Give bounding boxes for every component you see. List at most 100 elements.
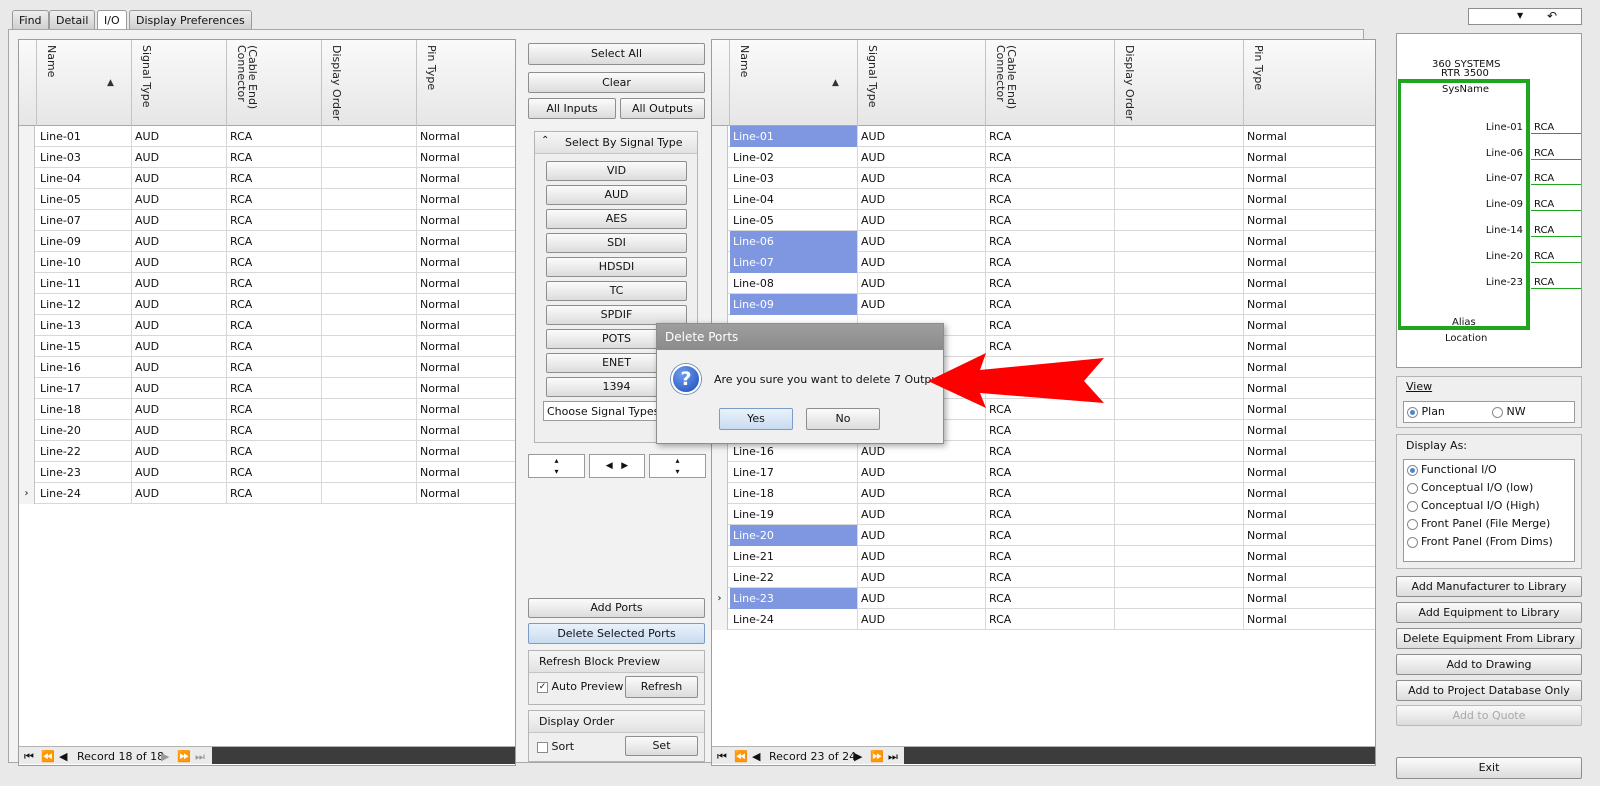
row-selector[interactable]: [19, 126, 35, 147]
table-row[interactable]: Line-16 AUD RCA Normal: [712, 441, 1375, 462]
cell-name[interactable]: Line-20: [730, 525, 858, 546]
row-selector[interactable]: [712, 273, 728, 294]
signal-button-aud[interactable]: AUD: [546, 185, 687, 205]
cell-connector[interactable]: RCA: [227, 441, 322, 462]
cell-pin[interactable]: Normal: [1244, 609, 1375, 630]
cell-order[interactable]: [322, 336, 417, 357]
row-selector[interactable]: [712, 231, 728, 252]
cell-pin[interactable]: Normal: [1244, 252, 1375, 273]
cell-signal[interactable]: AUD: [858, 588, 986, 609]
nav-next-page-icon[interactable]: ⏩: [870, 750, 884, 763]
cell-name[interactable]: Line-24: [730, 609, 858, 630]
cell-order[interactable]: [322, 126, 417, 147]
cell-signal[interactable]: AUD: [132, 462, 227, 483]
cell-signal[interactable]: AUD: [132, 336, 227, 357]
cell-name[interactable]: Line-13: [37, 315, 132, 336]
row-selector[interactable]: [712, 546, 728, 567]
cell-signal[interactable]: AUD: [858, 525, 986, 546]
cell-signal[interactable]: AUD: [132, 294, 227, 315]
cell-connector[interactable]: RCA: [227, 273, 322, 294]
view-plan-radio[interactable]: Plan: [1407, 405, 1445, 418]
cell-signal[interactable]: AUD: [132, 126, 227, 147]
cell-signal[interactable]: AUD: [858, 126, 986, 147]
cell-name[interactable]: Line-22: [730, 567, 858, 588]
table-row[interactable]: Line-10 AUD RCA Normal: [19, 252, 515, 273]
cell-name[interactable]: Line-07: [37, 210, 132, 231]
nav-prev-icon[interactable]: ◀: [59, 750, 67, 763]
cell-signal[interactable]: AUD: [858, 546, 986, 567]
cell-order[interactable]: [1115, 483, 1244, 504]
cell-name[interactable]: Line-18: [730, 483, 858, 504]
cell-signal[interactable]: AUD: [132, 231, 227, 252]
cell-pin[interactable]: Normal: [1244, 147, 1375, 168]
cell-order[interactable]: [322, 315, 417, 336]
cell-signal[interactable]: AUD: [132, 189, 227, 210]
table-row[interactable]: Line-05 AUD RCA Normal: [712, 210, 1375, 231]
cell-signal[interactable]: AUD: [858, 147, 986, 168]
row-selector[interactable]: [19, 168, 35, 189]
cell-signal[interactable]: AUD: [132, 273, 227, 294]
display-as-option-radio[interactable]: Functional I/O: [1407, 463, 1497, 476]
cell-name[interactable]: Line-10: [37, 252, 132, 273]
cell-pin[interactable]: Normal: [1244, 483, 1375, 504]
row-selector[interactable]: [712, 504, 728, 525]
cell-connector[interactable]: RCA: [227, 210, 322, 231]
cell-name[interactable]: Line-08: [730, 273, 858, 294]
cell-connector[interactable]: RCA: [986, 525, 1115, 546]
cell-signal[interactable]: AUD: [132, 147, 227, 168]
cell-connector[interactable]: RCA: [227, 483, 322, 504]
cell-name[interactable]: Line-03: [37, 147, 132, 168]
cell-connector[interactable]: RCA: [986, 588, 1115, 609]
cell-connector[interactable]: RCA: [986, 168, 1115, 189]
row-selector[interactable]: [712, 441, 728, 462]
collapse-icon[interactable]: ⌃: [541, 135, 549, 146]
cell-pin[interactable]: Normal: [417, 189, 515, 210]
table-row[interactable]: Line-07 AUD RCA Normal: [19, 210, 515, 231]
row-selector[interactable]: [19, 189, 35, 210]
nav-prev-page-icon[interactable]: ⏪: [41, 750, 55, 763]
cell-signal[interactable]: AUD: [132, 315, 227, 336]
table-row[interactable]: Line-06 AUD RCA Normal: [712, 231, 1375, 252]
cell-connector[interactable]: RCA: [986, 441, 1115, 462]
cell-pin[interactable]: Normal: [417, 252, 515, 273]
cell-signal[interactable]: AUD: [858, 462, 986, 483]
add-to-project-database-only-button[interactable]: Add to Project Database Only: [1396, 680, 1582, 701]
display-as-option-radio[interactable]: Conceptual I/O (low): [1407, 481, 1533, 494]
cell-order[interactable]: [1115, 189, 1244, 210]
nav-first-icon[interactable]: ⏮: [24, 750, 34, 764]
cell-order[interactable]: [322, 357, 417, 378]
cell-connector[interactable]: RCA: [227, 357, 322, 378]
cell-name[interactable]: Line-07: [730, 252, 858, 273]
cell-pin[interactable]: Normal: [1244, 315, 1375, 336]
dialog-no-button[interactable]: No: [806, 408, 880, 430]
row-selector[interactable]: [712, 168, 728, 189]
cell-order[interactable]: [322, 294, 417, 315]
add-to-quote-button[interactable]: Add to Quote: [1396, 705, 1582, 726]
row-selector[interactable]: [712, 126, 728, 147]
nav-first-icon[interactable]: ⏮: [717, 750, 727, 764]
nav-prev-icon[interactable]: ◀: [752, 750, 760, 763]
cell-signal[interactable]: AUD: [858, 567, 986, 588]
order-up-down-spinner-left[interactable]: ▴ ▾: [528, 454, 585, 478]
cell-connector[interactable]: RCA: [986, 126, 1115, 147]
cell-pin[interactable]: Normal: [1244, 189, 1375, 210]
display-as-option-radio[interactable]: Front Panel (From Dims): [1407, 535, 1553, 548]
cell-pin[interactable]: Normal: [417, 483, 515, 504]
cell-pin[interactable]: Normal: [417, 126, 515, 147]
refresh-button[interactable]: Refresh: [625, 676, 698, 698]
row-selector[interactable]: [712, 189, 728, 210]
cell-name[interactable]: Line-09: [730, 294, 858, 315]
cell-signal[interactable]: AUD: [858, 168, 986, 189]
column-header-signal-type[interactable]: Signal Type: [132, 40, 227, 126]
select-all-button[interactable]: Select All: [528, 43, 705, 65]
table-row[interactable]: Line-16 AUD RCA Normal: [19, 357, 515, 378]
cell-order[interactable]: [1115, 294, 1244, 315]
cell-order[interactable]: [322, 189, 417, 210]
cell-name[interactable]: Line-04: [37, 168, 132, 189]
cell-order[interactable]: [322, 399, 417, 420]
cell-signal[interactable]: AUD: [132, 399, 227, 420]
cell-pin[interactable]: Normal: [1244, 420, 1375, 441]
cell-connector[interactable]: RCA: [986, 567, 1115, 588]
column-header-name[interactable]: Name ▲: [37, 40, 132, 126]
row-selector[interactable]: ›: [19, 483, 35, 504]
